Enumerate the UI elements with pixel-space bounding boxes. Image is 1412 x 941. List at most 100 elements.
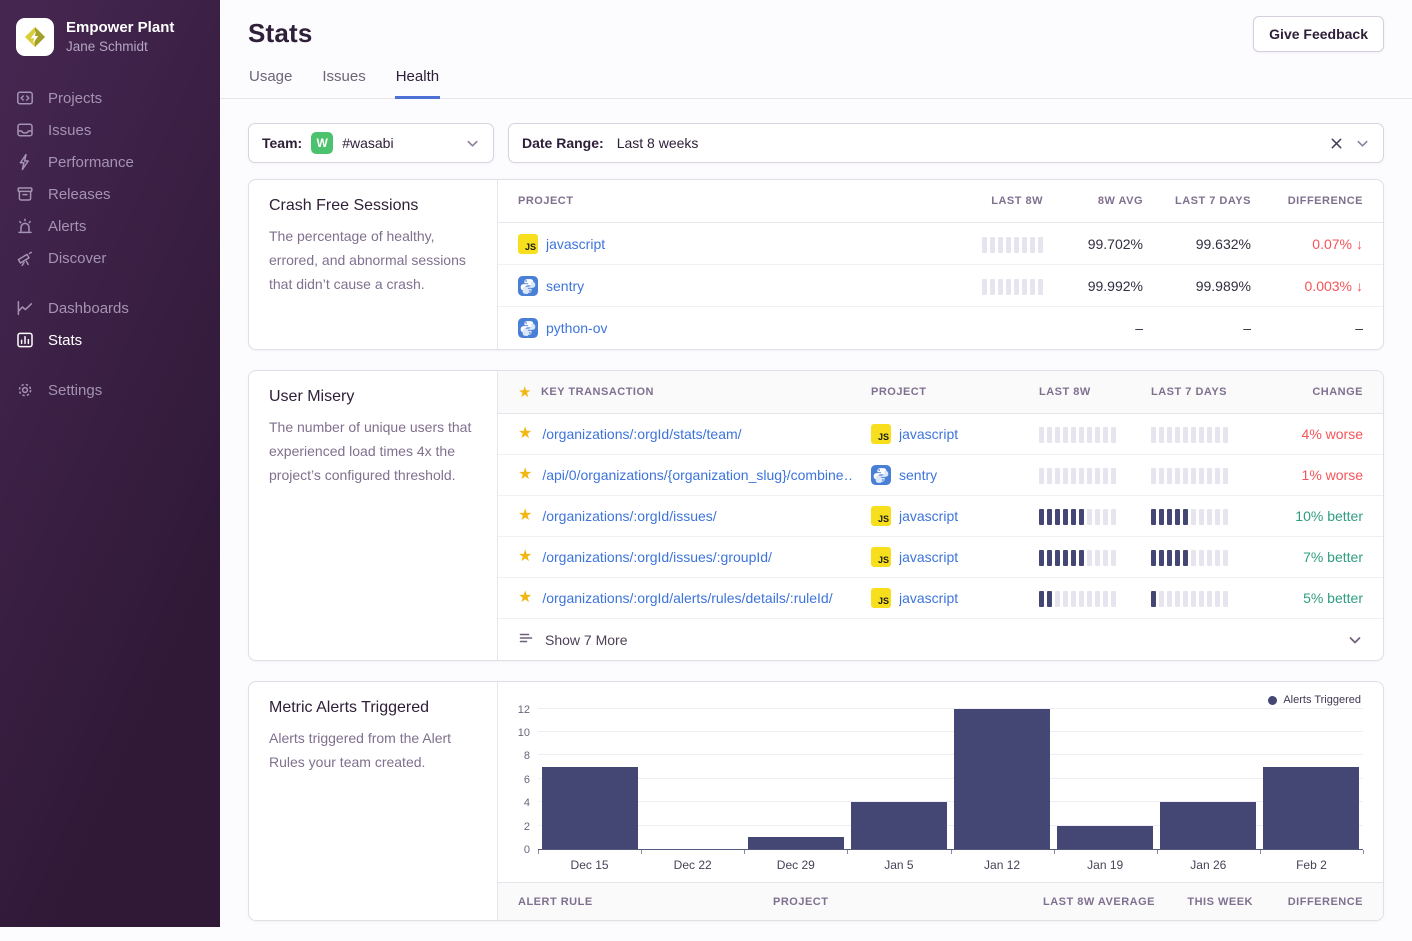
column-header: DIFFERENCE: [1288, 195, 1363, 207]
sidebar-item-projects[interactable]: Projects: [0, 82, 220, 114]
javascript-icon: JS: [518, 234, 538, 254]
sidebar-item-settings[interactable]: Settings: [0, 374, 220, 406]
project-link[interactable]: javascript: [899, 426, 958, 442]
tab-issues[interactable]: Issues: [321, 68, 366, 99]
tab-usage[interactable]: Usage: [248, 68, 293, 99]
bar-jan-12: [954, 709, 1050, 849]
last7-value: 99.989%: [1196, 278, 1251, 294]
clear-icon[interactable]: [1329, 136, 1344, 151]
main-area: Stats Give Feedback Usage Issues Health Te…: [220, 0, 1412, 927]
releases-icon: [16, 185, 34, 203]
sparkline: [1039, 425, 1151, 443]
sidebar-item-issues[interactable]: Issues: [0, 114, 220, 146]
transaction-link[interactable]: /organizations/:orgId/issues/: [542, 508, 716, 524]
difference-value: –: [1355, 320, 1363, 336]
sidebar-item-label: Issues: [48, 122, 91, 139]
javascript-icon: JS: [871, 506, 891, 526]
performance-icon: [16, 153, 34, 171]
transaction-link[interactable]: /organizations/:orgId/alerts/rules/detai…: [542, 590, 832, 606]
y-tick-label: 2: [524, 821, 530, 833]
org-logo-icon: [16, 18, 54, 56]
difference-value: 0.003%↓: [1251, 278, 1363, 294]
stats-icon: [16, 331, 34, 349]
sparkline: [1039, 548, 1151, 566]
javascript-icon: JS: [871, 424, 891, 444]
column-header: PROJECT: [518, 195, 923, 207]
bar-jan-5: [851, 802, 947, 849]
bar-band: [1054, 826, 1157, 849]
x-axis-tick: [1157, 850, 1158, 854]
y-tick-label: 6: [524, 774, 530, 786]
projects-icon: [16, 89, 34, 107]
table-row: ★ /organizations/:orgId/alerts/rules/deta…: [498, 578, 1383, 619]
project-link[interactable]: python-ov: [546, 320, 607, 336]
key-transaction-star-icon[interactable]: ★: [518, 590, 532, 606]
column-header: LAST 8W: [1039, 386, 1151, 398]
key-transaction-star-icon[interactable]: ★: [518, 426, 532, 442]
user-misery-table: ★ /organizations/:orgId/stats/team/JS java…: [498, 414, 1383, 619]
key-transaction-star-icon[interactable]: ★: [518, 508, 532, 524]
star-icon: ★: [518, 385, 532, 400]
column-header: LAST 8W AVERAGE: [1043, 896, 1155, 908]
project-link[interactable]: javascript: [899, 590, 958, 606]
alerts-icon: [16, 217, 34, 235]
sidebar-item-alerts[interactable]: Alerts: [0, 210, 220, 242]
x-axis-tick: [744, 850, 745, 854]
column-header: CHANGE: [1312, 386, 1363, 398]
org-name: Empower Plant: [66, 19, 174, 38]
x-tick-label: Jan 26: [1157, 858, 1260, 872]
bar-band: [744, 837, 847, 849]
sidebar: Empower Plant Jane Schmidt Projects Issue…: [0, 0, 220, 927]
x-axis-tick: [951, 850, 952, 854]
transaction-link[interactable]: /api/0/organizations/{organization_slug}…: [542, 467, 853, 483]
project-link[interactable]: sentry: [546, 278, 584, 294]
page-title: Stats: [248, 18, 313, 49]
date-range-filter[interactable]: Date Range: Last 8 weeks: [508, 123, 1384, 163]
x-axis-tick: [641, 850, 642, 854]
transaction-link[interactable]: /organizations/:orgId/issues/:groupId/: [542, 549, 772, 565]
give-feedback-button[interactable]: Give Feedback: [1253, 16, 1384, 52]
change-value: 7% better: [1303, 549, 1363, 565]
crash-free-description: The percentage of healthy, errored, and …: [269, 225, 477, 296]
bar-feb-2: [1263, 767, 1359, 849]
column-header: 8W AVG: [1098, 195, 1143, 207]
show-more-label: Show 7 More: [545, 632, 627, 648]
sidebar-item-dashboards[interactable]: Dashboards: [0, 292, 220, 324]
transaction-link[interactable]: /organizations/:orgId/stats/team/: [542, 426, 741, 442]
x-tick-label: Dec 22: [641, 858, 744, 872]
team-filter-value: #wasabi: [342, 135, 393, 151]
chevron-down-icon: [1347, 632, 1363, 648]
bar-dec-29: [748, 837, 844, 849]
sidebar-item-label: Dashboards: [48, 300, 129, 317]
sidebar-item-stats[interactable]: Stats: [0, 324, 220, 356]
bar-band: [951, 709, 1054, 849]
sidebar-item-releases[interactable]: Releases: [0, 178, 220, 210]
project-link[interactable]: javascript: [546, 236, 605, 252]
tab-bar: Usage Issues Health: [220, 68, 1412, 99]
x-tick-label: Dec 29: [744, 858, 847, 872]
sidebar-item-discover[interactable]: Discover: [0, 242, 220, 274]
x-tick-label: Jan 5: [847, 858, 950, 872]
sidebar-item-label: Settings: [48, 382, 102, 399]
y-tick-label: 10: [518, 727, 530, 739]
tab-health[interactable]: Health: [395, 68, 440, 99]
last7-value: 99.632%: [1196, 236, 1251, 252]
show-more-button[interactable]: Show 7 More: [498, 619, 1383, 660]
sidebar-nav: ProjectsIssuesPerformanceReleasesAlertsD…: [0, 82, 220, 406]
issues-icon: [16, 121, 34, 139]
project-link[interactable]: sentry: [899, 467, 937, 483]
column-header: KEY TRANSACTION: [541, 386, 654, 398]
key-transaction-star-icon[interactable]: ★: [518, 549, 532, 565]
chevron-down-icon: [465, 136, 480, 151]
project-link[interactable]: javascript: [899, 549, 958, 565]
org-switcher[interactable]: Empower Plant Jane Schmidt: [0, 18, 220, 82]
key-transaction-star-icon[interactable]: ★: [518, 467, 532, 483]
bar-band: [538, 767, 641, 849]
team-filter[interactable]: Team: W #wasabi: [248, 123, 494, 163]
chart-y-axis: 024681012: [508, 698, 538, 850]
crash-free-title: Crash Free Sessions: [269, 197, 477, 215]
crash-free-table-header: PROJECTLAST 8W8W AVGLAST 7 DAYSDIFFERENC…: [498, 180, 1383, 223]
metric-alerts-title: Metric Alerts Triggered: [269, 699, 477, 717]
sidebar-item-performance[interactable]: Performance: [0, 146, 220, 178]
project-link[interactable]: javascript: [899, 508, 958, 524]
